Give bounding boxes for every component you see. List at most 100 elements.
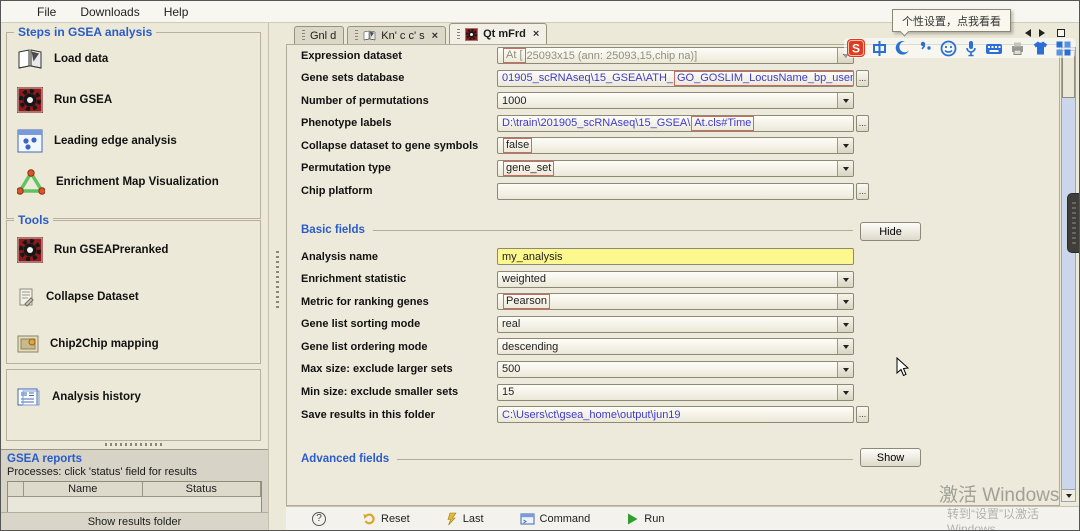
keyboard-icon[interactable] — [985, 39, 1003, 57]
tab-scroll-left-icon[interactable] — [1021, 29, 1031, 37]
dropdown-arrow-icon[interactable] — [837, 384, 853, 400]
sidebar-item-analysis-history[interactable]: Analysis history — [17, 384, 260, 410]
sidebar-horizontal-splitter[interactable] — [1, 442, 268, 448]
sogou-icon[interactable]: S — [847, 39, 865, 57]
dropdown-arrow-icon[interactable] — [837, 294, 853, 310]
dropdown-gene-list-sorting-mode[interactable]: real — [497, 315, 854, 333]
dropdown-arrow-icon[interactable] — [837, 339, 853, 355]
reports-col-status[interactable]: Status — [143, 482, 261, 496]
button-label: Reset — [381, 512, 410, 525]
input-gene-sets-database[interactable]: 01905_scRNAseq\15_GSEA\ATH_ GO_GOSLIM_Loc… — [497, 69, 854, 87]
splitter-grip-dots — [104, 443, 165, 446]
input-analysis-name[interactable]: my_analysis — [497, 248, 854, 265]
hide-button[interactable]: Hide — [860, 222, 921, 241]
grid-icon[interactable] — [1054, 39, 1072, 57]
quote-icon[interactable] — [916, 39, 934, 57]
tab-qt-mfrd[interactable]: Qt mFrd × — [449, 23, 548, 44]
browse-button[interactable]: ... — [856, 69, 869, 87]
dropdown-max-size-exclude-larger-sets[interactable]: 500 — [497, 360, 854, 378]
button-label: Run — [644, 512, 665, 525]
shirt-icon[interactable] — [1031, 39, 1049, 57]
mic-icon — [964, 40, 978, 57]
input-phenotype-labels[interactable]: D:\train\201905_scRNAseq\15_GSEA\ At.cls#… — [497, 114, 854, 132]
input-chip-platform[interactable] — [497, 182, 854, 200]
tab-close-icon[interactable]: × — [533, 28, 539, 40]
tab-kn-c-c-s[interactable]: Kn' c c' s × — [347, 26, 447, 44]
tab-close-icon[interactable]: × — [432, 30, 438, 42]
smiley-icon[interactable] — [939, 39, 957, 57]
svg-text:S: S — [852, 41, 860, 55]
sidebar-item-enrichment-map-visualization[interactable]: Enrichment Map Visualization — [17, 169, 260, 195]
vertical-scrollbar[interactable] — [1061, 47, 1076, 502]
moon-icon[interactable] — [893, 39, 911, 57]
tab-gnl-d[interactable]: Gnl d — [294, 26, 345, 44]
dropdown-arrow-icon[interactable] — [837, 160, 853, 176]
dropdown-arrow-icon[interactable] — [837, 271, 853, 287]
run-button[interactable]: Run — [626, 512, 664, 526]
sidebar-item-collapse-dataset[interactable]: Collapse Dataset — [17, 284, 260, 310]
show-button[interactable]: Show — [860, 448, 921, 467]
sidebar-item-leading-edge-analysis[interactable]: Leading edge analysis — [17, 128, 260, 154]
basic-fields-title: Basic fields — [301, 224, 365, 236]
field-label: Chip platform — [301, 185, 373, 198]
button-label: Last — [462, 512, 484, 525]
reports-col-name[interactable]: Name — [24, 482, 143, 496]
sidebar-item-run-gseapreranked[interactable]: Run GSEAPreranked — [17, 237, 260, 263]
tab-list-icon[interactable] — [1057, 29, 1065, 37]
vertical-splitter[interactable] — [269, 23, 286, 530]
form-row-analysis-name: Analysis name my_analysis — [301, 248, 869, 265]
tab-scroll-controls — [1021, 29, 1065, 37]
dropdown-enrichment-statistic[interactable]: weighted — [497, 270, 854, 288]
form-row-save-results-in-this-folder: Save results in this folder C:\Users\ct\g… — [301, 406, 869, 424]
field-value: C:\Users\ct\gsea_home\output\jun19 — [502, 408, 681, 421]
dropdown-number-of-permutations[interactable]: 1000 — [497, 92, 854, 110]
input-save-results-in-this-folder[interactable]: C:\Users\ct\gsea_home\output\jun19 — [497, 406, 854, 424]
field-label: Number of permutations — [301, 94, 429, 107]
menu-help[interactable]: Help — [152, 3, 201, 21]
tab-grip — [302, 30, 305, 41]
dropdown-arrow-icon[interactable] — [837, 138, 853, 154]
browse-button[interactable]: ... — [856, 182, 869, 200]
tool-icon[interactable] — [1008, 39, 1026, 57]
mic-icon[interactable] — [962, 39, 980, 57]
field-value: 25093x15 (ann: 25093,15,chip na)] — [526, 49, 698, 62]
field-value: false — [503, 138, 533, 154]
dock-handle[interactable] — [1067, 193, 1079, 253]
zhong-icon — [871, 40, 888, 57]
menu-file[interactable]: File — [25, 3, 68, 21]
menu-downloads[interactable]: Downloads — [68, 3, 151, 21]
dropdown-arrow-icon[interactable] — [837, 93, 853, 109]
dropdown-metric-for-ranking-genes[interactable]: Pearson — [497, 293, 854, 311]
tab-label: Gnl d — [310, 29, 337, 42]
dropdown-expression-dataset[interactable]: At [25093x15 (ann: 25093,15,chip na)] — [497, 47, 854, 64]
sidebar-item-run-gsea[interactable]: Run GSEA — [17, 87, 260, 113]
sidebar: Steps in GSEA analysis Load data Run GSEA… — [1, 23, 269, 530]
browse-button[interactable]: ... — [856, 406, 869, 424]
last-button[interactable]: Last — [446, 512, 484, 526]
dropdown-min-size-exclude-smaller-sets[interactable]: 15 — [497, 383, 854, 401]
scrollbar-down-arrow[interactable] — [1061, 489, 1076, 502]
command-button[interactable]: Command — [520, 512, 590, 526]
tab-scroll-right-icon[interactable] — [1039, 29, 1049, 37]
sidebar-item-load-data[interactable]: Load data — [17, 46, 260, 72]
dropdown-gene-list-ordering-mode[interactable]: descending — [497, 338, 854, 356]
sidebar-item-label: Enrichment Map Visualization — [56, 176, 219, 188]
reset-icon — [362, 512, 376, 526]
help-icon[interactable]: ? — [312, 511, 326, 526]
form-row-min-size-exclude-smaller-sets: Min size: exclude smaller sets 15 — [301, 383, 869, 401]
sidebar-item-chip2chip-mapping[interactable]: Chip2Chip mapping — [17, 331, 260, 357]
dropdown-permutation-type[interactable]: gene_set — [497, 159, 854, 177]
browse-button[interactable]: ... — [856, 114, 869, 132]
dropdown-arrow-icon[interactable] — [837, 316, 853, 332]
basic-fields-section-header: Basic fields — [301, 223, 853, 237]
ime-tooltip: 个性设置，点我看看 — [892, 9, 1011, 37]
tab-label: Qt mFrd — [483, 28, 526, 40]
dropdown-collapse-dataset-to-gene-symbols[interactable]: false — [497, 137, 854, 155]
reports-table-body — [8, 497, 261, 513]
dropdown-arrow-icon[interactable] — [837, 361, 853, 377]
show-results-folder-button[interactable]: Show results folder — [1, 512, 268, 530]
reset-button[interactable]: Reset — [362, 512, 410, 526]
field-value: 1000 — [502, 94, 527, 107]
field-label: Phenotype labels — [301, 117, 392, 130]
zhong-icon[interactable] — [870, 39, 888, 57]
